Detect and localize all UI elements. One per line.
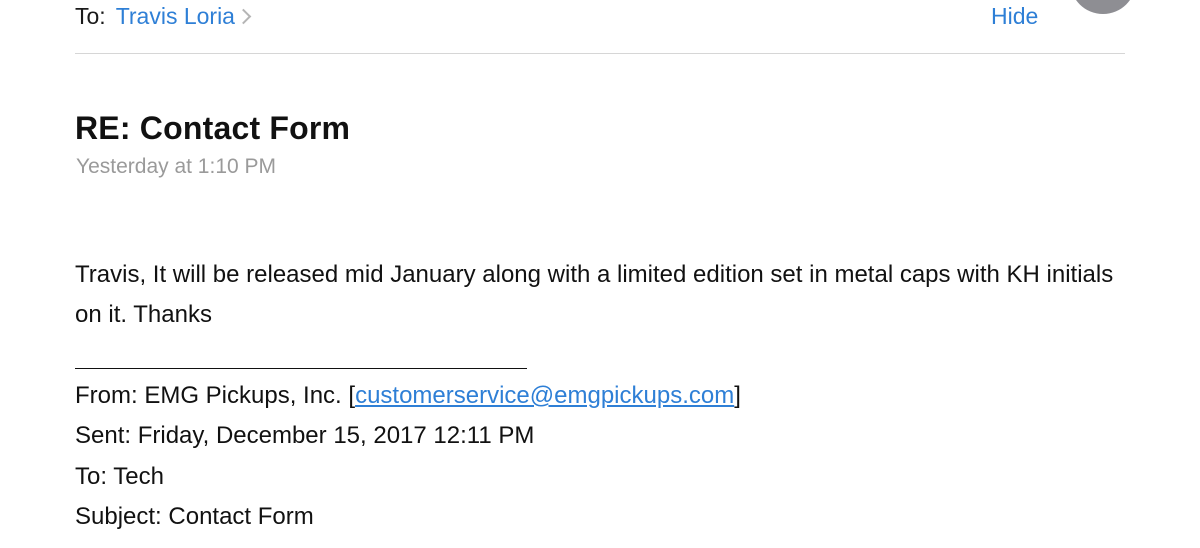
chevron-right-icon[interactable] (235, 8, 252, 25)
recipient-name-link[interactable]: Travis Loria (116, 3, 235, 30)
quoted-to-line: To: Tech (75, 463, 164, 490)
email-body: Travis, It will be released mid January … (75, 261, 1114, 328)
to-label: To: (75, 2, 106, 29)
quoted-sent-line: Sent: Friday, December 15, 2017 12:11 PM (75, 422, 535, 449)
email-subject: RE: Contact Form (75, 110, 351, 146)
quoted-from-email-link[interactable]: customerservice@emgpickups.com (355, 382, 734, 409)
recipient-row: To: Travis Loria (75, 0, 252, 32)
quote-separator (75, 368, 527, 369)
email-date: Yesterday at 1:10 PM (76, 155, 277, 178)
quoted-subject-line: Subject: Contact Form (75, 503, 314, 530)
header-divider (75, 53, 1125, 54)
avatar[interactable] (1070, 0, 1136, 14)
email-view: To: Travis Loria Hide RE: Contact Form Y… (0, 0, 1200, 548)
quoted-from-line: From: EMG Pickups, Inc. [customerservice… (75, 376, 1145, 416)
hide-button[interactable]: Hide (991, 0, 1038, 32)
quoted-from-close: ] (734, 382, 741, 409)
quoted-from-label: From: EMG Pickups, Inc. [ (75, 382, 356, 409)
